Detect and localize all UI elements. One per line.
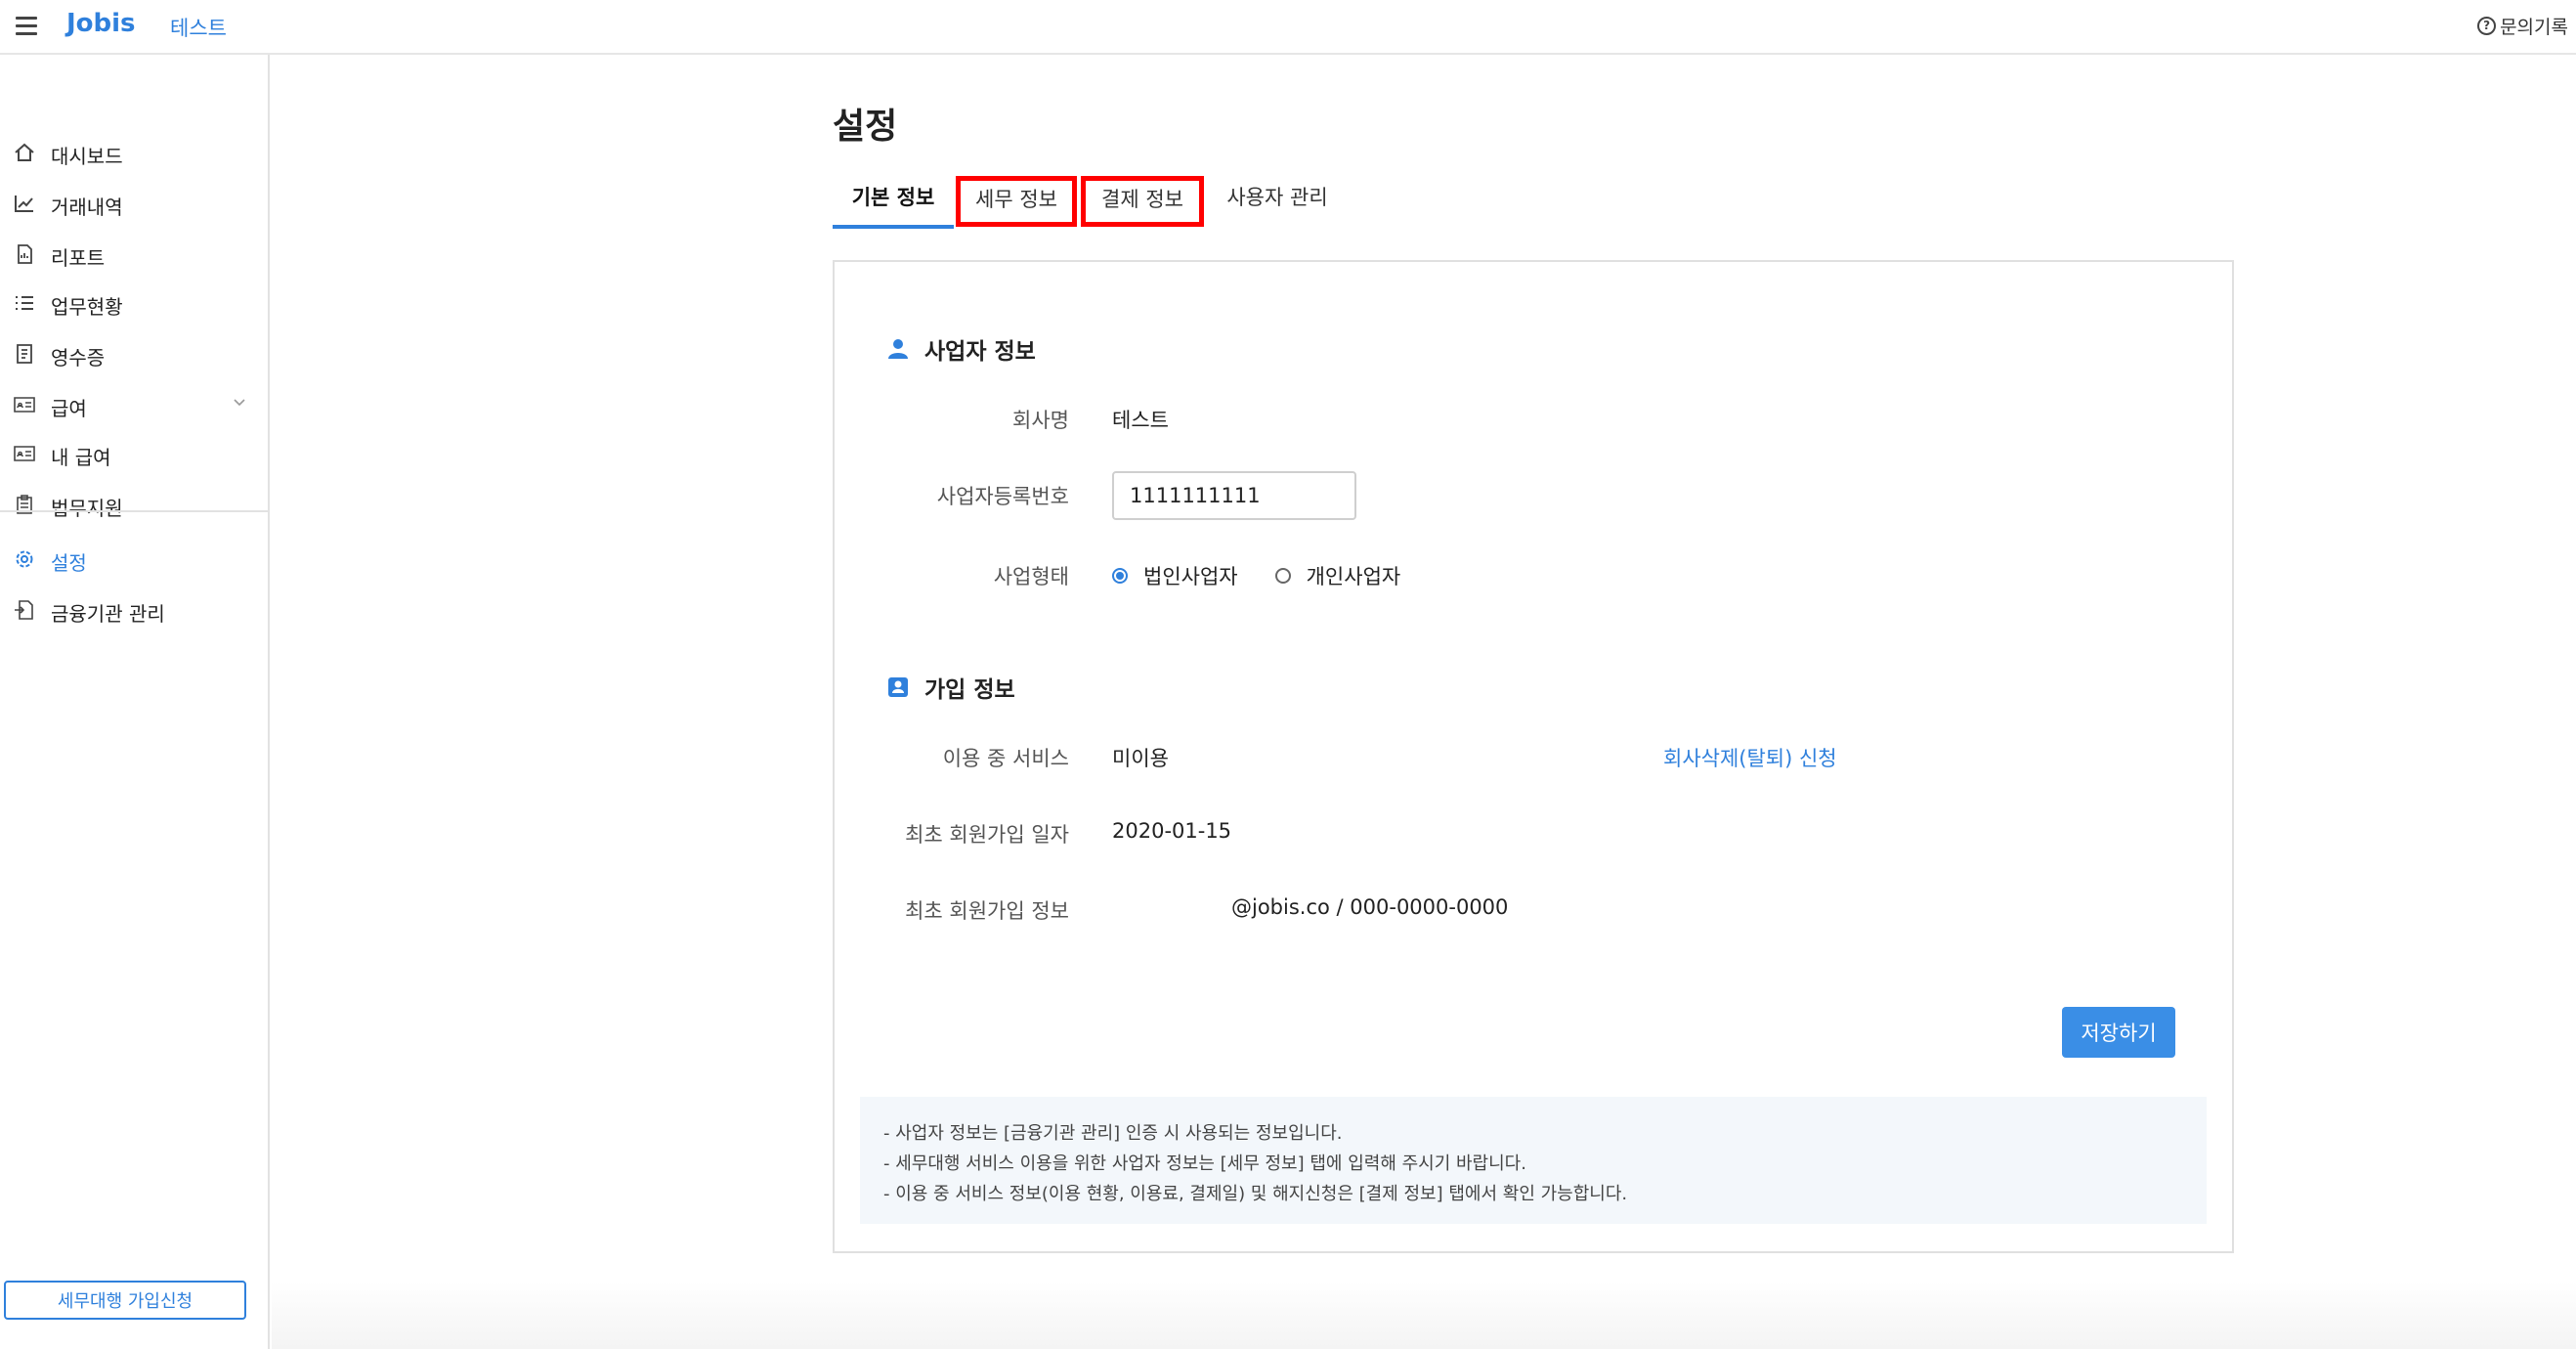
- sidebar-item-label: 법무지원: [51, 497, 123, 520]
- tab-basic-info[interactable]: 기본 정보: [833, 174, 954, 229]
- reg-no-label: 사업자등록번호: [936, 485, 1069, 508]
- question-icon: ?: [2477, 17, 2497, 35]
- app-logo[interactable]: Jobis: [66, 9, 136, 38]
- tab-user-management[interactable]: 사용자 관리: [1214, 174, 1341, 229]
- page-title: 설정: [833, 107, 898, 147]
- first-info-label: 최초 회원가입 정보: [905, 899, 1069, 923]
- chevron-down-icon[interactable]: [233, 396, 246, 410]
- sidebar-item-payroll[interactable]: 급여: [0, 385, 268, 424]
- sidebar-item-label: 업무현황: [51, 295, 123, 319]
- save-button[interactable]: 저장하기: [2062, 1007, 2175, 1058]
- business-section-label: 사업자 정보: [924, 339, 1036, 365]
- radio-corporate[interactable]: [1112, 568, 1128, 584]
- sidebar-item-legal[interactable]: 법무지원: [0, 485, 268, 524]
- radio-corporate-label[interactable]: 법인사업자: [1143, 561, 1238, 590]
- footer-shade: [272, 1281, 2576, 1349]
- checklist-icon: [16, 296, 33, 310]
- radio-individual-label[interactable]: 개인사업자: [1307, 561, 1401, 590]
- business-type-radio-group: 법인사업자 개인사업자: [1112, 561, 1400, 590]
- first-info-value: @jobis.co / 000-0000-0000: [1231, 895, 1509, 919]
- withdraw-link[interactable]: 회사삭제(탈퇴) 신청: [1663, 743, 1837, 772]
- menu-icon[interactable]: [16, 17, 37, 36]
- inquiry-label: 문의기록: [2500, 17, 2568, 38]
- company-name-value: 테스트: [1112, 409, 1169, 432]
- sidebar-item-label: 대시보드: [51, 145, 123, 168]
- company-name[interactable]: 테스트: [170, 13, 227, 42]
- home-icon: [15, 143, 34, 161]
- sidebar-item-label: 설정: [51, 551, 87, 575]
- user-icon: [888, 339, 908, 359]
- notice-line: - 세무대행 서비스 이용을 위한 사업자 정보는 [세무 정보] 탭에 입력해…: [883, 1153, 1526, 1174]
- sidebar-item-label: 급여: [51, 397, 87, 420]
- tab-tax-info[interactable]: 세무 정보: [956, 176, 1077, 227]
- receipt-icon: [17, 344, 32, 364]
- company-name-label: 회사명: [1012, 409, 1069, 432]
- contact-card-icon: [888, 677, 908, 697]
- sidebar-item-label: 금융기관 관리: [51, 602, 165, 626]
- sidebar-item-settings[interactable]: 설정: [0, 540, 268, 579]
- business-type-label: 사업형태: [993, 565, 1069, 588]
- signup-section-label: 가입 정보: [924, 677, 1015, 703]
- sidebar-item-label: 영수증: [51, 346, 106, 370]
- inquiry-link[interactable]: ? 문의기록: [2477, 13, 2568, 39]
- notice-line: - 이용 중 서비스 정보(이용 현황, 이용료, 결제일) 및 해지신청은 […: [883, 1184, 1628, 1204]
- chart-line-icon: [15, 196, 33, 212]
- tax-agency-apply-button[interactable]: 세무대행 가입신청: [4, 1281, 246, 1320]
- sidebar-item-transactions[interactable]: 거래내역: [0, 184, 268, 223]
- sidebar-item-label: 내 급여: [51, 446, 111, 469]
- tab-payment-info[interactable]: 결제 정보: [1081, 176, 1204, 227]
- signup-section-title: 가입 정보: [887, 671, 1015, 704]
- settings-card: 사업자 정보 회사명 테스트 사업자등록번호 사업형태 법인사업자 개인사업자 …: [833, 260, 2234, 1253]
- sidebar: 대시보드 거래내역 리포트 업무현황 영수증 급여 내 급여 법무지원 설정 금…: [0, 55, 270, 1349]
- document-icon: [15, 600, 33, 620]
- report-icon: [18, 244, 32, 264]
- sidebar-item-report[interactable]: 리포트: [0, 235, 268, 274]
- sidebar-item-dashboard[interactable]: 대시보드: [0, 133, 268, 172]
- service-label: 이용 중 서비스: [942, 747, 1069, 770]
- radio-individual[interactable]: [1274, 568, 1291, 584]
- notice-line: - 사업자 정보는 [금융기관 관리] 인증 시 사용되는 정보입니다.: [883, 1123, 1343, 1144]
- sidebar-divider: [0, 510, 268, 512]
- top-header: Jobis 테스트 ? 문의기록: [0, 0, 2576, 55]
- sidebar-item-my-payroll[interactable]: 내 급여: [0, 434, 268, 473]
- id-card-icon: [14, 446, 35, 461]
- business-section-title: 사업자 정보: [887, 332, 1036, 366]
- sidebar-item-financial[interactable]: 금융기관 관리: [0, 590, 268, 630]
- id-card-icon: [14, 397, 35, 413]
- service-value: 미이용: [1112, 747, 1169, 770]
- notice-box: - 사업자 정보는 [금융기관 관리] 인증 시 사용되는 정보입니다. - 세…: [860, 1097, 2207, 1224]
- first-date-value: 2020-01-15: [1112, 819, 1232, 843]
- gear-icon: [16, 550, 33, 568]
- sidebar-item-work-status[interactable]: 업무현황: [0, 283, 268, 323]
- reg-no-input[interactable]: [1112, 471, 1356, 520]
- sidebar-item-label: 리포트: [51, 246, 106, 270]
- sidebar-item-label: 거래내역: [51, 196, 123, 219]
- first-date-label: 최초 회원가입 일자: [905, 823, 1069, 847]
- sidebar-item-receipt[interactable]: 영수증: [0, 334, 268, 373]
